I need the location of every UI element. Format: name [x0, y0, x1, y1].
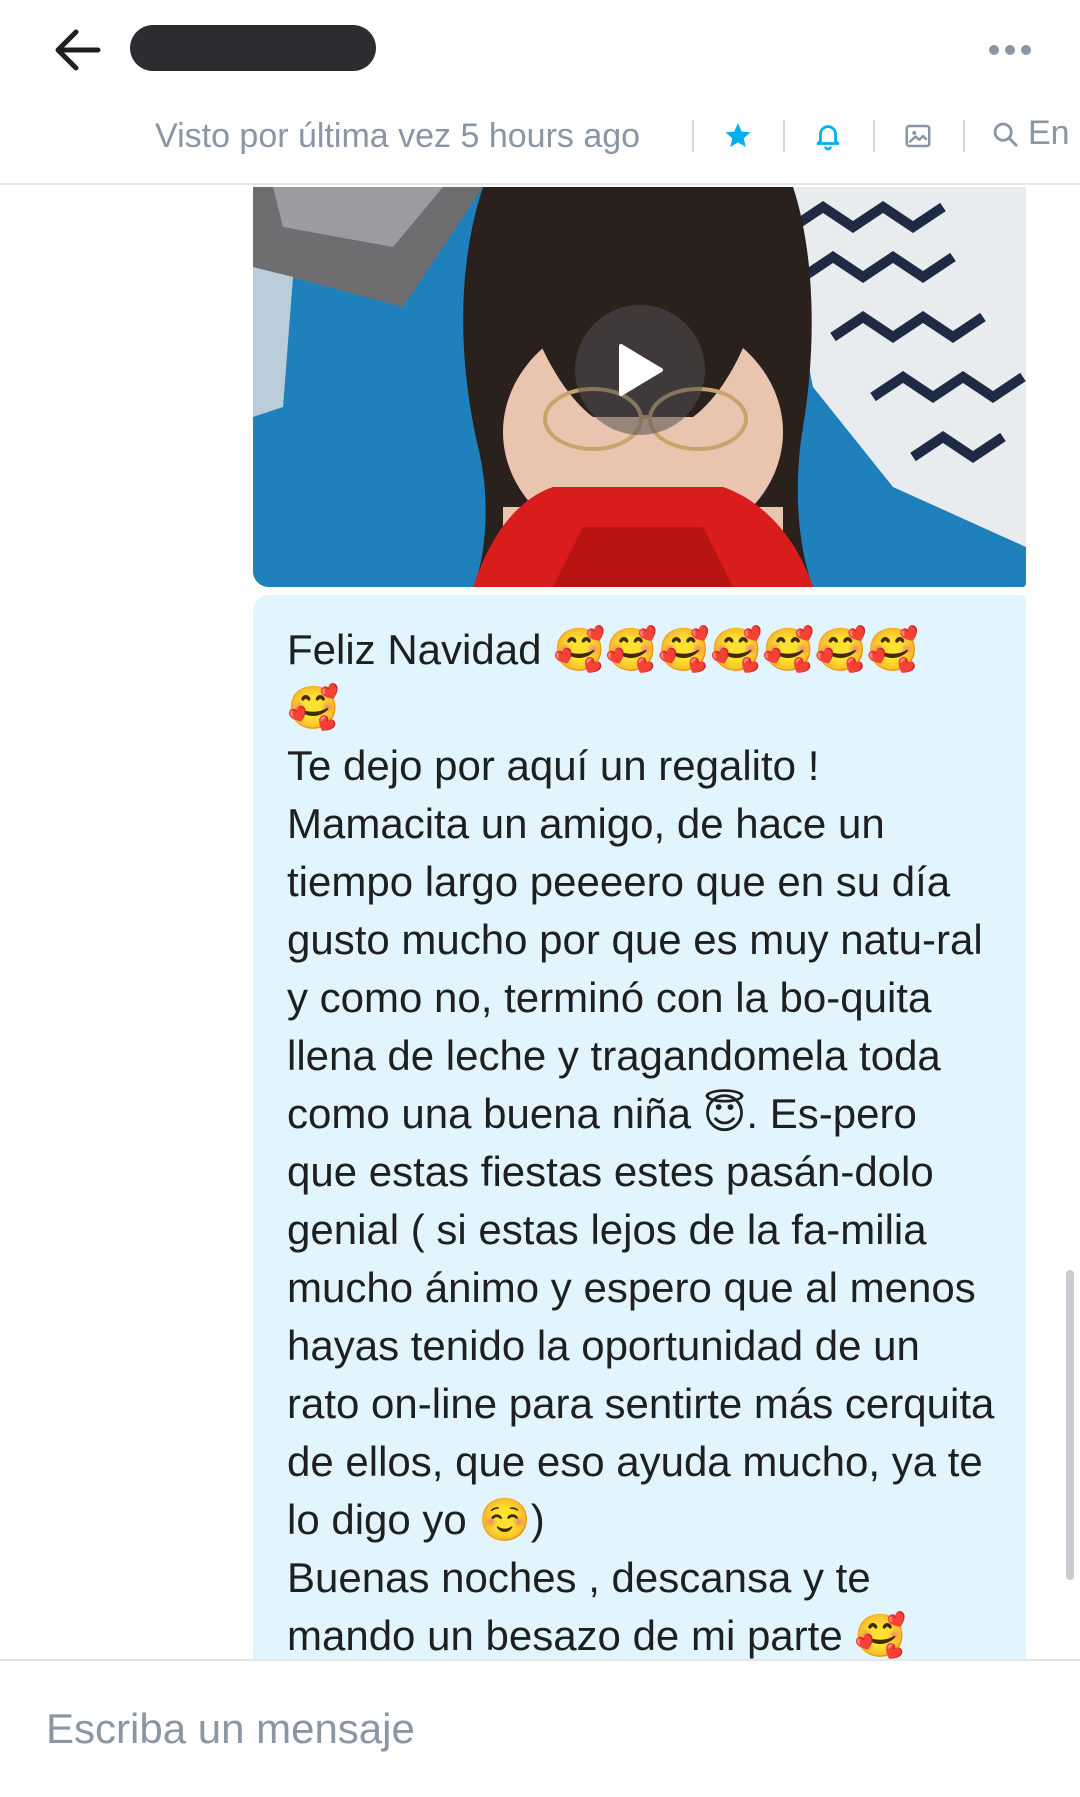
media-gallery-button[interactable] — [898, 116, 938, 156]
contact-name-redacted[interactable] — [130, 25, 376, 71]
chat-scrollbar[interactable] — [1066, 1270, 1074, 1580]
search-label: En — [1028, 114, 1070, 152]
last-seen-status: Visto por última vez 5 hours ago — [155, 116, 641, 155]
notifications-button[interactable] — [808, 116, 848, 156]
divider — [783, 120, 785, 152]
more-horizontal-icon — [989, 45, 999, 55]
chat-screen: Visto por última vez 5 hours ago En Feli… — [0, 0, 1080, 1797]
message-list[interactable]: Feliz Navidad 🥰🥰🥰🥰🥰🥰🥰 🥰 Te dejo por aquí… — [0, 187, 1080, 1659]
divider — [692, 120, 694, 152]
video-message-thumbnail[interactable] — [253, 187, 1026, 587]
bell-icon — [816, 125, 840, 151]
message-input[interactable] — [46, 1697, 1026, 1761]
star-icon — [725, 123, 751, 147]
image-icon — [905, 124, 931, 148]
play-video-button[interactable] — [575, 305, 705, 435]
divider — [963, 120, 965, 152]
chat-header: Visto por última vez 5 hours ago En — [0, 0, 1080, 185]
message-text: Feliz Navidad 🥰🥰🥰🥰🥰🥰🥰 🥰 Te dejo por aquí… — [287, 626, 995, 1659]
chat-subbar: Visto por última vez 5 hours ago En — [0, 108, 1080, 164]
search-button[interactable]: En — [990, 114, 1070, 153]
arrow-left-icon — [55, 29, 101, 71]
play-icon — [619, 344, 663, 396]
search-icon — [993, 122, 1018, 147]
message-composer — [0, 1659, 1080, 1797]
back-button[interactable] — [50, 22, 106, 78]
sent-message-bubble[interactable]: Feliz Navidad 🥰🥰🥰🥰🥰🥰🥰 🥰 Te dejo por aquí… — [253, 595, 1026, 1659]
favorite-button[interactable] — [718, 116, 758, 156]
divider — [873, 120, 875, 152]
more-options-button[interactable] — [980, 30, 1040, 70]
